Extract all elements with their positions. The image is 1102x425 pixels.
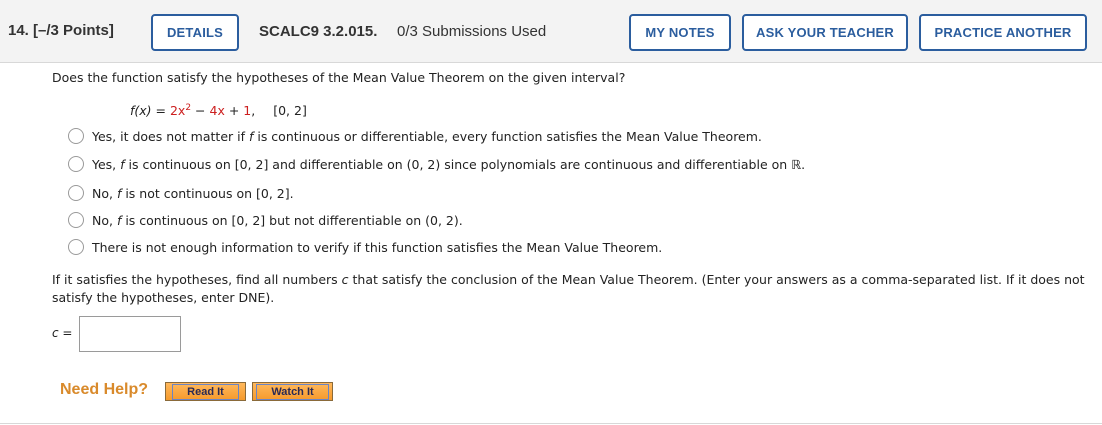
c-answer-input[interactable]: [79, 316, 181, 352]
option-label: No, f is continuous on [0, 2] but not di…: [92, 212, 463, 228]
option-5[interactable]: There is not enough information to verif…: [68, 238, 662, 256]
function-lhs: f(x) =: [130, 103, 170, 119]
watch-it-button[interactable]: Watch It: [252, 382, 333, 401]
submissions-used: 0/3 Submissions Used: [397, 23, 547, 40]
followup-instructions: If it satisfies the hypotheses, find all…: [52, 272, 1085, 305]
radio-option-3[interactable]: [68, 185, 84, 201]
problem-code: SCALC9 3.2.015.: [259, 23, 378, 40]
function-term-1: 2x: [169, 103, 186, 119]
option-label: Yes, it does not matter if f is continuo…: [92, 128, 762, 144]
read-it-label: Read It: [172, 383, 239, 400]
radio-option-2[interactable]: [68, 156, 84, 172]
question-header: 14. [–/3 Points] DETAILS SCALC9 3.2.015.…: [0, 0, 1102, 63]
function-comma: ,: [251, 103, 256, 119]
function-plus: +: [224, 103, 244, 119]
ask-teacher-button[interactable]: ASK YOUR TEACHER: [742, 14, 908, 51]
function-interval: [0, 2]: [273, 103, 307, 119]
radio-option-5[interactable]: [68, 239, 84, 255]
option-label: There is not enough information to verif…: [92, 239, 663, 255]
function-term-2: 4x: [209, 103, 225, 119]
option-1[interactable]: Yes, it does not matter if f is continuo…: [68, 127, 762, 145]
question-prompt: Does the function satisfy the hypotheses…: [52, 70, 626, 85]
radio-option-4[interactable]: [68, 212, 84, 228]
watch-it-label: Watch It: [256, 383, 329, 400]
divider: [0, 423, 1102, 424]
c-label: c =: [52, 326, 73, 340]
option-label: Yes, f is continuous on [0, 2] and diffe…: [92, 156, 806, 172]
practice-another-button[interactable]: PRACTICE ANOTHER: [919, 14, 1087, 51]
option-2[interactable]: Yes, f is continuous on [0, 2] and diffe…: [68, 155, 805, 173]
points-label: [–/3 Points]: [33, 22, 114, 39]
my-notes-button[interactable]: MY NOTES: [629, 14, 731, 51]
details-button[interactable]: DETAILS: [151, 14, 239, 51]
option-label: No, f is not continuous on [0, 2].: [92, 185, 294, 201]
read-it-button[interactable]: Read It: [165, 382, 246, 401]
option-3[interactable]: No, f is not continuous on [0, 2].: [68, 184, 294, 202]
question-number-points: 14. [–/3 Points]: [8, 22, 114, 39]
need-help-label: Need Help?: [60, 381, 149, 398]
question-number: 14.: [8, 22, 29, 39]
function-minus: −: [191, 103, 210, 119]
option-4[interactable]: No, f is continuous on [0, 2] but not di…: [68, 211, 463, 229]
function-definition: f(x) = 2x2 − 4x + 1, [0, 2]: [130, 103, 307, 118]
radio-option-1[interactable]: [68, 128, 84, 144]
